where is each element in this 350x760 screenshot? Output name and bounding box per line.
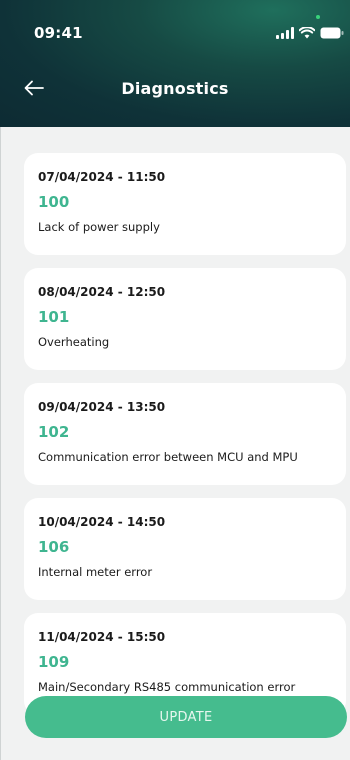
status-icons (276, 25, 344, 39)
privacy-indicator-dot (316, 15, 320, 19)
diagnostic-card[interactable]: 08/04/2024 - 12:50 101 Overheating (24, 268, 346, 370)
status-bar: 09:41 (0, 0, 350, 60)
cellular-signal-icon (276, 27, 294, 39)
header: 09:41 Diagnostics (0, 0, 350, 127)
diagnostic-description: Internal meter error (38, 565, 153, 579)
wifi-icon (299, 27, 315, 39)
diagnostic-datetime: 08/04/2024 - 12:50 (38, 285, 166, 299)
diagnostic-datetime: 09/04/2024 - 13:50 (38, 400, 166, 414)
diagnostic-datetime: 07/04/2024 - 11:50 (38, 170, 166, 184)
nav-bar: Diagnostics (0, 70, 350, 110)
diagnostics-list: 07/04/2024 - 11:50 100 Lack of power sup… (24, 153, 346, 728)
diagnostic-code: 102 (38, 423, 70, 441)
diagnostic-description: Lack of power supply (38, 220, 160, 234)
update-button[interactable]: UPDATE (25, 696, 347, 738)
diagnostic-card[interactable]: 10/04/2024 - 14:50 106 Internal meter er… (24, 498, 346, 600)
diagnostic-code: 106 (38, 538, 70, 556)
diagnostics-content[interactable]: 07/04/2024 - 11:50 100 Lack of power sup… (0, 127, 350, 760)
page-title: Diagnostics (121, 79, 229, 98)
diagnostic-datetime: 11/04/2024 - 15:50 (38, 630, 166, 644)
diagnostic-code: 101 (38, 308, 70, 326)
diagnostic-card[interactable]: 07/04/2024 - 11:50 100 Lack of power sup… (24, 153, 346, 255)
diagnostic-description: Main/Secondary RS485 communication error (38, 680, 296, 694)
diagnostic-description: Communication error between MCU and MPU (38, 450, 298, 464)
diagnostic-code: 109 (38, 653, 70, 671)
diagnostic-datetime: 10/04/2024 - 14:50 (38, 515, 166, 529)
battery-icon (320, 27, 344, 39)
status-time: 09:41 (34, 24, 83, 42)
diagnostic-card[interactable]: 09/04/2024 - 13:50 102 Communication err… (24, 383, 346, 485)
diagnostic-code: 100 (38, 193, 70, 211)
diagnostic-description: Overheating (38, 335, 110, 349)
